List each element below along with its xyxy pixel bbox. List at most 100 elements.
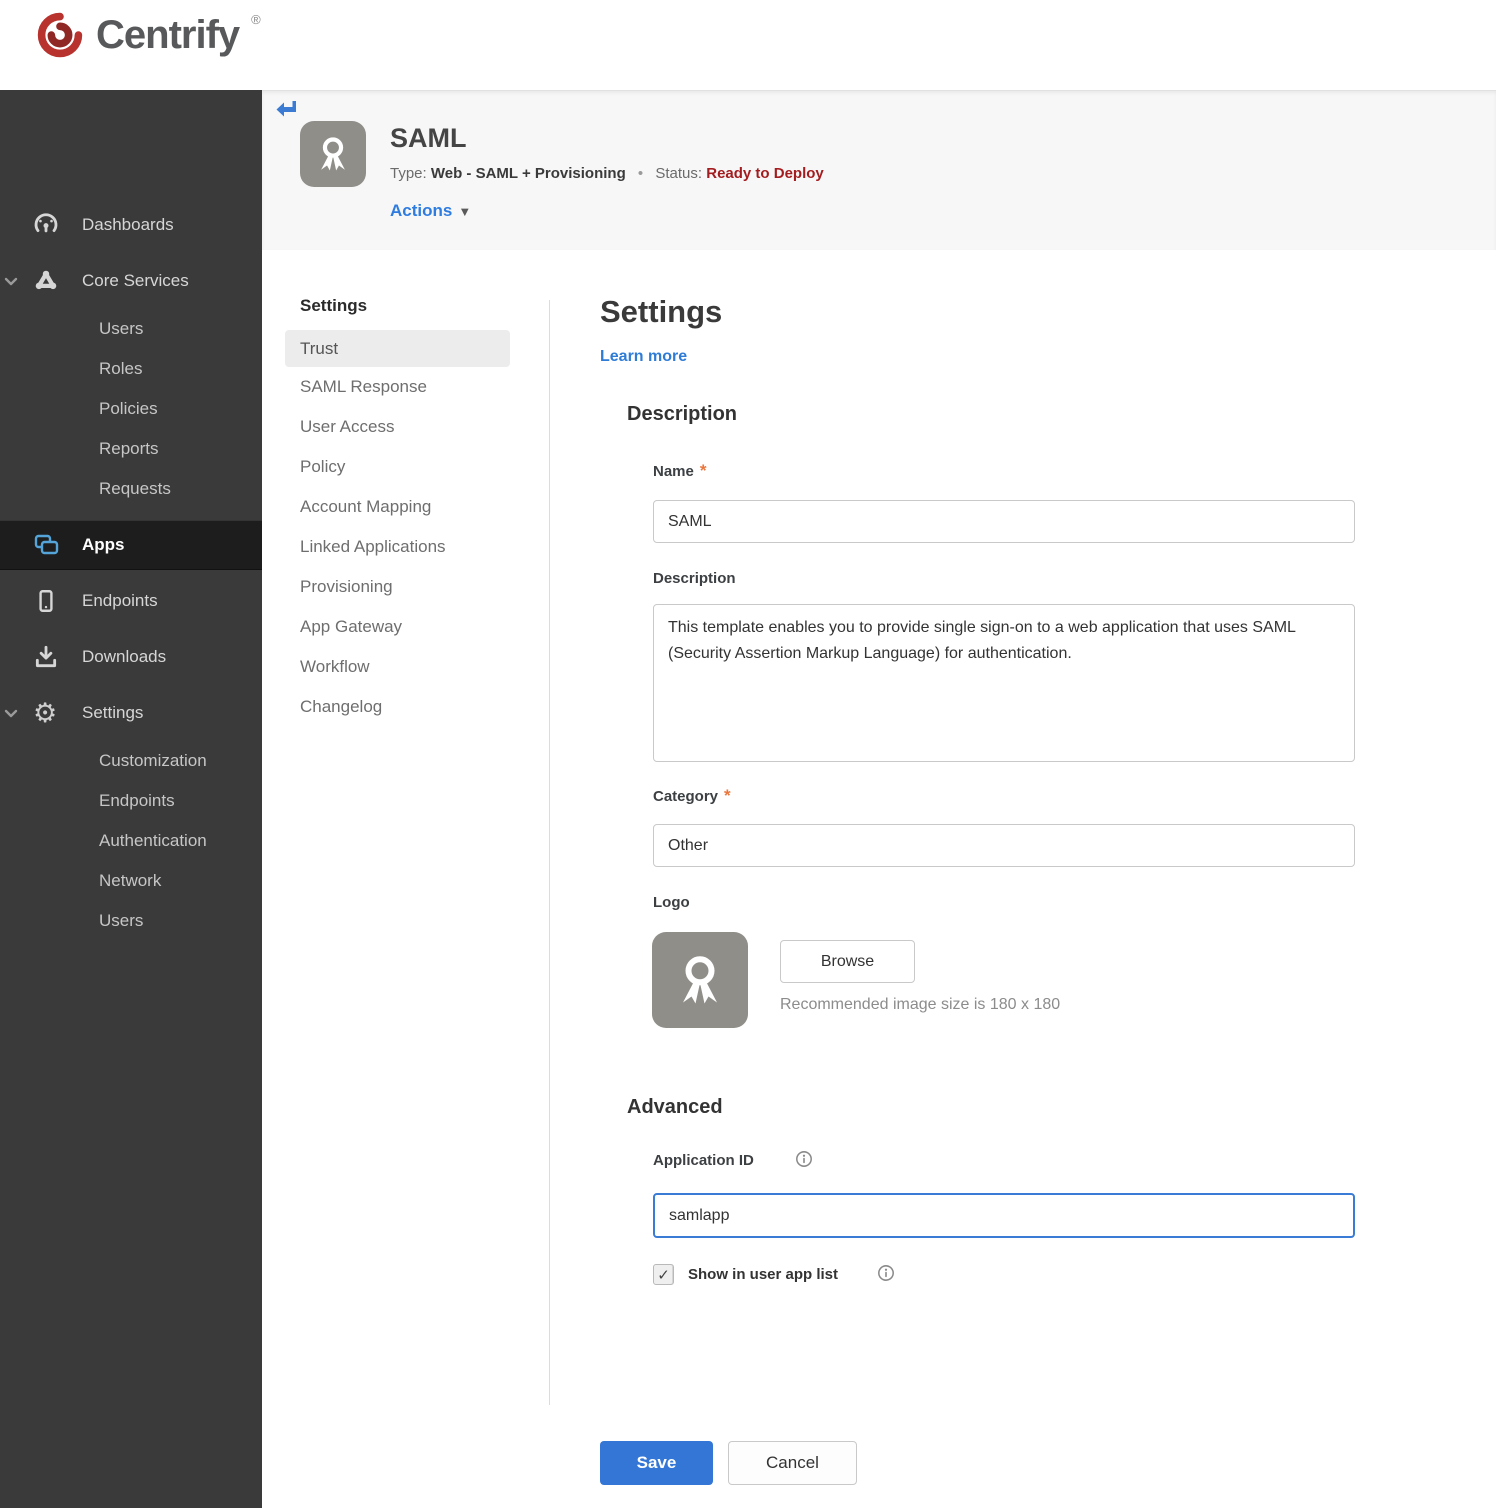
info-icon[interactable] <box>795 1150 813 1168</box>
application-id-field[interactable] <box>653 1193 1355 1238</box>
subnav-item-account-mapping[interactable]: Account Mapping <box>300 487 520 527</box>
save-button[interactable]: Save <box>600 1441 713 1485</box>
sidebar-item-label: Apps <box>82 535 125 554</box>
sidebar-item-customization[interactable]: Customization <box>0 741 262 781</box>
type-label: Type: <box>390 165 427 182</box>
type-value: Web - SAML + Provisioning <box>430 165 626 182</box>
logo-size-hint: Recommended image size is 180 x 180 <box>780 996 1061 1013</box>
learn-more-link[interactable]: Learn more <box>600 348 687 366</box>
info-icon[interactable] <box>877 1264 895 1282</box>
description-field[interactable]: This template enables you to provide sin… <box>653 604 1355 762</box>
back-arrow-icon[interactable] <box>276 99 300 119</box>
gear-icon: ⚙ <box>33 698 58 728</box>
description-section-title: Description <box>627 403 738 425</box>
category-label: Category * <box>653 786 731 806</box>
logo-preview <box>652 932 748 1028</box>
subnav-item-linked-applications[interactable]: Linked Applications <box>300 527 520 567</box>
ribbon-icon <box>683 956 717 1004</box>
core-services-icon <box>35 270 57 290</box>
sidebar-item-downloads[interactable]: Downloads <box>0 637 262 677</box>
device-icon <box>39 590 53 612</box>
status-badge: Ready to Deploy <box>706 165 824 182</box>
ribbon-icon <box>321 137 345 171</box>
chevron-down-icon <box>4 709 18 718</box>
sidebar-item-settings-users[interactable]: Users <box>0 901 262 941</box>
sidebar-item-requests[interactable]: Requests <box>0 469 262 509</box>
sidebar-item-apps-active[interactable]: Apps <box>0 520 262 570</box>
logo-label: Logo <box>653 894 690 911</box>
gauge-icon <box>34 213 58 233</box>
status-label: Status: <box>655 165 703 182</box>
sidebar-child-label: Endpoints <box>99 791 175 810</box>
name-label: Name * <box>653 461 706 481</box>
sidebar-child-label: Network <box>99 871 162 890</box>
subnav-item-user-access[interactable]: User Access <box>300 407 520 447</box>
subnav-item-trust[interactable]: Trust <box>285 330 510 367</box>
sidebar-item-users[interactable]: Users <box>0 309 262 349</box>
sidebar-item-core-services[interactable]: Core Services <box>0 261 262 301</box>
app-meta-row: Type: Web - SAML + Provisioning • Status… <box>390 165 824 182</box>
actions-label: Actions <box>390 201 453 220</box>
sidebar-item-dashboards[interactable]: Dashboards <box>0 205 262 245</box>
actions-dropdown[interactable]: Actions ▼ <box>390 201 471 221</box>
sidebar-item-label: Endpoints <box>82 591 158 610</box>
sidebar-item-settings-endpoints[interactable]: Endpoints <box>0 781 262 821</box>
name-label-text: Name <box>653 463 694 480</box>
app-logo <box>300 121 366 187</box>
page-root: Centrify ® Dashboards Core Services User… <box>0 0 1496 1508</box>
vertical-divider <box>549 300 550 1405</box>
sidebar-item-policies[interactable]: Policies <box>0 389 262 429</box>
required-asterisk: * <box>724 786 731 805</box>
sidebar-item-label: Downloads <box>82 647 167 666</box>
subnav-item-policy[interactable]: Policy <box>300 447 520 487</box>
sidebar-item-label: Core Services <box>82 271 189 290</box>
subnav-item-changelog[interactable]: Changelog <box>300 687 520 727</box>
application-id-label: Application ID <box>653 1152 754 1169</box>
sidebar-child-label: Reports <box>99 439 159 458</box>
sidebar-child-label: Policies <box>99 399 158 418</box>
show-in-user-app-list-checkbox[interactable]: ✓ <box>653 1264 674 1285</box>
name-field[interactable] <box>653 500 1355 543</box>
category-field[interactable] <box>653 824 1355 867</box>
sidebar-child-label: Users <box>99 319 144 338</box>
caret-down-icon: ▼ <box>458 204 472 219</box>
subnav-active-label: Trust <box>300 338 339 358</box>
sidebar-item-network[interactable]: Network <box>0 861 262 901</box>
app-name-title: SAML <box>390 123 467 153</box>
brand-name: Centrify <box>96 12 240 57</box>
sidebar-item-label: Dashboards <box>82 215 174 234</box>
browse-button[interactable]: Browse <box>780 940 915 983</box>
page-title: Settings <box>600 294 723 329</box>
sidebar-child-label: Roles <box>99 359 143 378</box>
sidebar-item-endpoints[interactable]: Endpoints <box>0 581 262 621</box>
centrify-swirl-icon <box>37 12 83 58</box>
cancel-button[interactable]: Cancel <box>728 1441 857 1485</box>
dot-separator: • <box>637 165 644 182</box>
check-icon: ✓ <box>657 1266 670 1284</box>
advanced-section-title: Advanced <box>627 1096 723 1118</box>
sidebar: Dashboards Core Services Users Roles Pol… <box>0 90 262 1508</box>
subnav-item-app-gateway[interactable]: App Gateway <box>300 607 520 647</box>
sidebar-item-settings[interactable]: ⚙ Settings <box>0 693 262 733</box>
subnav-item-provisioning[interactable]: Provisioning <box>300 567 520 607</box>
description-label: Description <box>653 570 736 587</box>
sidebar-item-reports[interactable]: Reports <box>0 429 262 469</box>
download-icon <box>35 645 57 668</box>
brand-logo[interactable]: Centrify ® <box>34 9 261 61</box>
sidebar-item-roles[interactable]: Roles <box>0 349 262 389</box>
show-in-user-app-list-label: Show in user app list <box>688 1266 839 1283</box>
apps-icon <box>34 534 59 555</box>
sidebar-child-label: Requests <box>99 479 171 498</box>
top-bar: Centrify ® <box>0 0 1496 90</box>
sidebar-child-label: Authentication <box>99 831 207 850</box>
subnav-title: Settings <box>300 296 368 315</box>
app-header-band: SAML Type: Web - SAML + Provisioning • S… <box>262 90 1496 250</box>
trademark: ® <box>251 11 261 27</box>
sidebar-child-label: Customization <box>99 751 207 770</box>
required-asterisk: * <box>699 461 707 480</box>
subnav-item-saml-response[interactable]: SAML Response <box>300 367 520 407</box>
sidebar-item-authentication[interactable]: Authentication <box>0 821 262 861</box>
sidebar-child-label: Users <box>99 911 144 930</box>
subnav-item-workflow[interactable]: Workflow <box>300 647 520 687</box>
chevron-down-icon <box>4 277 18 286</box>
